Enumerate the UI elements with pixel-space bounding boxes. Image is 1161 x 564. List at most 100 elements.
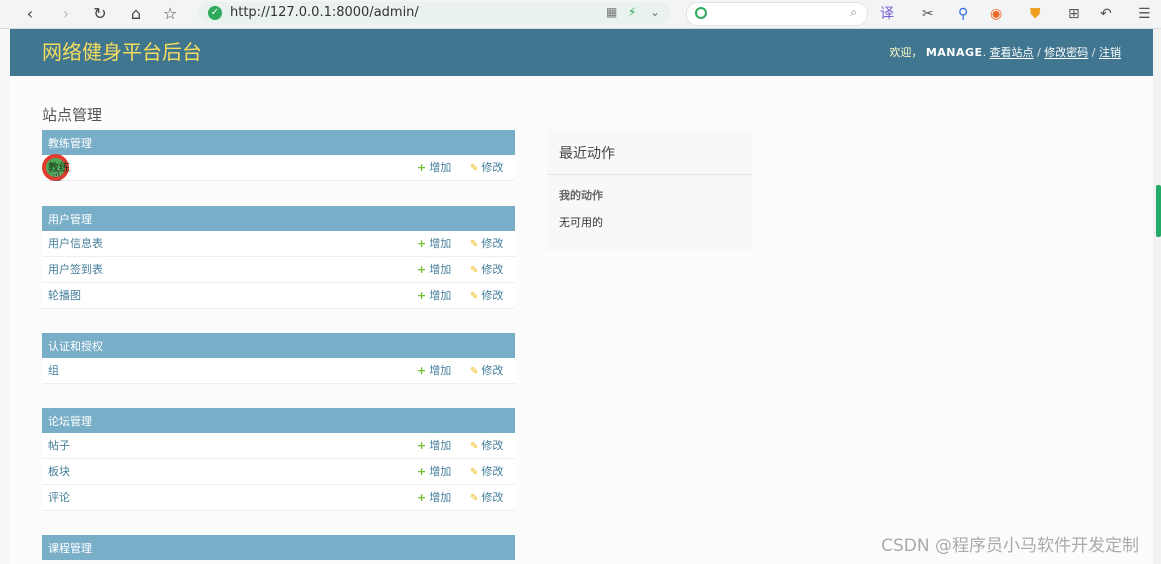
plus-icon: + (417, 161, 427, 174)
content-area: 站点管理 教练管理 教练 ☝ + 增加 ✎ 修改 用户管理 用户信息表 + 增加 ✎ 修… (10, 76, 1153, 564)
app-module: 论坛管理 帖子 + 增加 ✎ 修改 板块 + 增加 ✎ 修改 评论 + 增加 ✎ 修改 (42, 408, 515, 511)
add-link[interactable]: + 增加 (417, 257, 451, 283)
recent-actions-title: 最近动作 (559, 146, 615, 162)
pencil-icon: ✎ (470, 291, 479, 302)
address-url[interactable]: http://127.0.0.1:8000/admin/ (230, 2, 419, 24)
change-link[interactable]: ✎ 修改 (470, 485, 503, 512)
plus-icon: + (417, 439, 427, 452)
table-row: 板块 + 增加 ✎ 修改 (42, 459, 515, 485)
search-icon[interactable]: ⌕ (850, 5, 857, 20)
vertical-scrollbar[interactable] (1153, 29, 1161, 564)
change-link[interactable]: ✎ 修改 (470, 433, 503, 460)
scrollbar-thumb[interactable] (1156, 185, 1161, 237)
add-link[interactable]: + 增加 (417, 283, 451, 309)
game-controller-icon[interactable]: ◉ (990, 4, 1002, 24)
separator: / (1091, 46, 1096, 59)
change-link[interactable]: ✎ 修改 (470, 459, 503, 486)
pencil-icon: ✎ (470, 239, 479, 250)
qr-code-icon[interactable]: ▦ (606, 5, 617, 19)
search-engine-icon (695, 7, 707, 19)
add-link[interactable]: + 增加 (417, 358, 451, 384)
browser-toolbar: ‹ › ↻ ⌂ ☆ ✓ http://127.0.0.1:8000/admin/… (0, 0, 1161, 29)
plus-icon: + (417, 465, 427, 478)
logout-link[interactable]: 注销 (1099, 46, 1121, 59)
table-row: 评论 + 增加 ✎ 修改 (42, 485, 515, 511)
change-link[interactable]: ✎ 修改 (470, 155, 503, 182)
change-link[interactable]: ✎ 修改 (470, 231, 503, 258)
model-link[interactable]: 组 (48, 358, 59, 384)
change-link[interactable]: ✎ 修改 (470, 358, 503, 385)
app-module: 用户管理 用户信息表 + 增加 ✎ 修改 用户签到表 + 增加 ✎ 修改 轮播图 + 增加… (42, 206, 515, 309)
forward-icon[interactable]: › (56, 4, 76, 24)
table-row: 组 + 增加 ✎ 修改 (42, 358, 515, 384)
module-caption[interactable]: 教练管理 (42, 130, 515, 155)
table-row: 用户签到表 + 增加 ✎ 修改 (42, 257, 515, 283)
app-module: 教练管理 教练 ☝ + 增加 ✎ 修改 (42, 130, 515, 185)
add-link[interactable]: + 增加 (417, 459, 451, 485)
model-link[interactable]: 帖子 (48, 433, 70, 459)
admin-header: 网络健身平台后台 欢迎， MANAGE. 查看站点 / 修改密码 / 注销 (10, 29, 1153, 76)
browser-search-box[interactable]: ⌕ (686, 2, 868, 26)
app-module: 认证和授权 组 + 增加 ✎ 修改 (42, 333, 515, 384)
change-password-link[interactable]: 修改密码 (1044, 46, 1088, 59)
page-left-edge (0, 29, 10, 564)
pencil-icon: ✎ (470, 467, 479, 478)
username: MANAGE (925, 46, 983, 59)
divider (547, 174, 752, 175)
add-link[interactable]: + 增加 (417, 433, 451, 459)
grid-apps-icon[interactable]: ⊞ (1068, 4, 1080, 24)
add-link[interactable]: + 增加 (417, 231, 451, 257)
module-caption[interactable]: 课程管理 (42, 535, 515, 560)
shield-icon: ✓ (208, 6, 222, 20)
change-link[interactable]: ✎ 修改 (470, 283, 503, 310)
scissors-icon[interactable]: ✂ (922, 4, 934, 24)
model-link[interactable]: 用户签到表 (48, 257, 103, 283)
model-link[interactable]: 教练 (48, 155, 70, 181)
pencil-icon: ✎ (470, 265, 479, 276)
menu-icon[interactable]: ☰ (1138, 4, 1151, 24)
no-actions-text: 无可用的 (559, 216, 603, 229)
reload-icon[interactable]: ↻ (90, 4, 110, 24)
table-row: 教练 ☝ + 增加 ✎ 修改 (42, 154, 515, 185)
bookmark-star-icon[interactable]: ☆ (160, 4, 180, 24)
table-row: 轮播图 + 增加 ✎ 修改 (42, 283, 515, 309)
chevron-down-icon[interactable]: ⌄ (650, 5, 660, 19)
plus-icon: + (417, 263, 427, 276)
pencil-icon: ✎ (470, 366, 479, 377)
translate-icon[interactable]: 译 (880, 4, 894, 24)
back-icon[interactable]: ‹ (20, 4, 40, 24)
undo-icon[interactable]: ↶ (1100, 4, 1112, 24)
page-title: 站点管理 (42, 106, 103, 125)
pencil-icon: ✎ (470, 441, 479, 452)
model-link[interactable]: 板块 (48, 459, 70, 485)
pencil-icon: ✎ (470, 493, 479, 504)
plus-icon: + (417, 289, 427, 302)
user-tools: 欢迎， MANAGE. 查看站点 / 修改密码 / 注销 (889, 46, 1121, 59)
pencil-icon: ✎ (470, 163, 479, 174)
model-link[interactable]: 用户信息表 (48, 231, 103, 257)
module-caption[interactable]: 用户管理 (42, 206, 515, 231)
change-link[interactable]: ✎ 修改 (470, 257, 503, 284)
site-title[interactable]: 网络健身平台后台 (42, 29, 202, 76)
welcome-text: 欢迎， (889, 46, 923, 59)
shield-badge-icon[interactable]: ⛊ (1030, 4, 1041, 24)
plus-icon: + (417, 491, 427, 504)
address-bar[interactable]: ✓ http://127.0.0.1:8000/admin/ ▦ ⚡ ⌄ (198, 2, 670, 24)
table-row: 用户信息表 + 增加 ✎ 修改 (42, 231, 515, 257)
plus-icon: + (417, 364, 427, 377)
add-link[interactable]: + 增加 (417, 155, 451, 181)
model-link[interactable]: 轮播图 (48, 283, 81, 309)
model-link[interactable]: 评论 (48, 485, 70, 511)
my-actions-heading: 我的动作 (559, 189, 603, 202)
table-row: 帖子 + 增加 ✎ 修改 (42, 433, 515, 459)
recent-actions-panel: 最近动作 我的动作 无可用的 (547, 130, 752, 251)
magnifier-icon[interactable]: ⚲ (958, 4, 968, 24)
home-icon[interactable]: ⌂ (126, 4, 146, 24)
plus-icon: + (417, 237, 427, 250)
lightning-icon[interactable]: ⚡ (628, 5, 636, 19)
module-caption[interactable]: 认证和授权 (42, 333, 515, 358)
separator: / (1037, 46, 1041, 59)
add-link[interactable]: + 增加 (417, 485, 451, 511)
view-site-link[interactable]: 查看站点 (990, 46, 1034, 59)
module-caption[interactable]: 论坛管理 (42, 408, 515, 433)
